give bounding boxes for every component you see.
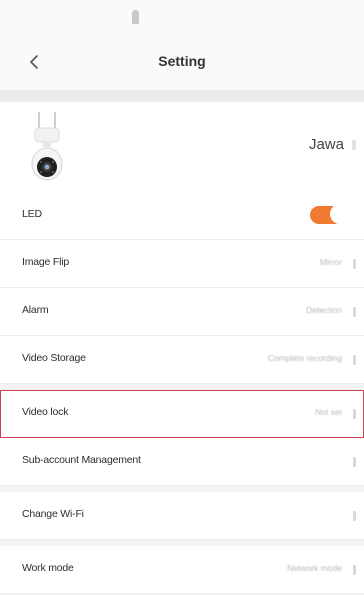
chevron-right-icon [352, 140, 356, 150]
row-value: Network mode [287, 563, 342, 573]
led-row: LED [0, 192, 364, 240]
chevron-right-icon [353, 307, 356, 317]
row-label: Work mode [22, 562, 74, 574]
row-value: Complete recording [267, 353, 342, 363]
video-storage-row[interactable]: Video Storage Complete recording [0, 336, 364, 384]
row-label: Video Storage [22, 352, 86, 364]
chevron-right-icon [353, 565, 356, 575]
row-value: Detection [306, 305, 342, 315]
alarm-row[interactable]: Alarm Detection [0, 288, 364, 336]
work-mode-row[interactable]: Work mode Network mode [0, 546, 364, 594]
led-toggle[interactable] [310, 204, 350, 226]
chevron-right-icon [353, 259, 356, 269]
row-label: Video lock [22, 406, 69, 418]
row-label: Image Flip [22, 256, 70, 268]
camera-icon [31, 112, 63, 181]
header: Setting [0, 34, 364, 90]
chevron-right-icon [353, 355, 356, 365]
row-value: Mirror [319, 257, 342, 267]
settings-screen: Setting Jawa LED Image Flip Mirror Alarm… [0, 0, 364, 595]
row-label: Alarm [22, 304, 49, 316]
led-label: LED [22, 208, 42, 220]
row-label: Change Wi-Fi [22, 508, 84, 520]
settings-list: LED Image Flip Mirror Alarm Detection Vi… [0, 192, 364, 594]
sub-account-row[interactable]: Sub-account Management [0, 438, 364, 486]
chevron-right-icon [353, 511, 356, 521]
battery-icon [132, 10, 139, 24]
chevron-right-icon [353, 457, 356, 467]
section-divider [0, 90, 364, 102]
toggle-knob [330, 204, 350, 224]
image-flip-row[interactable]: Image Flip Mirror [0, 240, 364, 288]
video-lock-row[interactable]: Video lock Not set [0, 390, 364, 438]
chevron-right-icon [353, 409, 356, 419]
device-name: Jawa [308, 136, 344, 153]
status-bar [0, 0, 364, 34]
row-value: Not set [315, 407, 342, 417]
row-label: Sub-account Management [22, 454, 141, 466]
device-card[interactable]: Jawa [0, 102, 364, 192]
change-wifi-row[interactable]: Change Wi-Fi [0, 492, 364, 540]
page-title: Setting [158, 53, 206, 69]
